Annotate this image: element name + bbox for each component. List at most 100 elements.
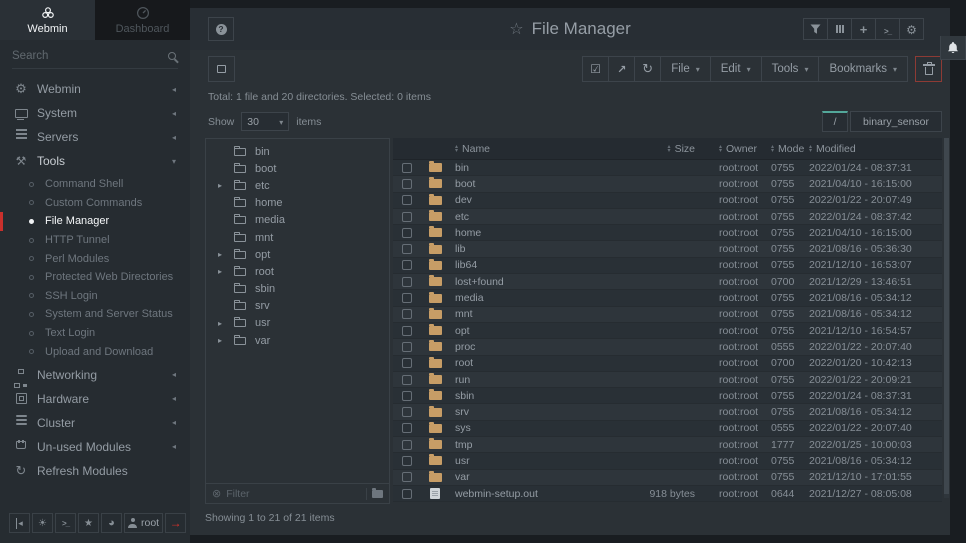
file-menu-button[interactable]: File bbox=[660, 56, 711, 82]
expand-arrow-icon[interactable] bbox=[218, 267, 226, 276]
row-checkbox[interactable] bbox=[402, 391, 412, 401]
file-name[interactable]: lib64 bbox=[449, 259, 599, 271]
user-button[interactable]: root bbox=[124, 513, 163, 533]
row-checkbox[interactable] bbox=[402, 423, 412, 433]
tree-item[interactable]: home bbox=[206, 195, 389, 212]
column-header-mode[interactable]: Mode bbox=[759, 143, 809, 155]
row-checkbox[interactable] bbox=[402, 375, 412, 385]
column-header-size[interactable]: Size bbox=[599, 143, 699, 155]
breadcrumb-root[interactable]: / bbox=[822, 111, 848, 132]
tree-item[interactable]: sbin bbox=[206, 281, 389, 298]
table-row[interactable]: dev root:root 0755 2022/01/22 - 20:07:49 bbox=[393, 193, 942, 209]
table-row[interactable]: sys root:root 0555 2022/01/22 - 20:07:40 bbox=[393, 421, 942, 437]
table-row[interactable]: proc root:root 0555 2022/01/22 - 20:07:4… bbox=[393, 339, 942, 355]
row-checkbox[interactable] bbox=[402, 456, 412, 466]
help-button[interactable] bbox=[208, 17, 234, 41]
columns-button[interactable] bbox=[827, 18, 852, 40]
table-row[interactable]: root root:root 0700 2022/01/20 - 10:42:1… bbox=[393, 356, 942, 372]
file-name[interactable]: opt bbox=[449, 325, 599, 337]
table-row[interactable]: var root:root 0755 2021/12/10 - 17:01:55 bbox=[393, 470, 942, 486]
tab-dashboard[interactable]: Dashboard bbox=[95, 0, 190, 40]
select-all-button[interactable] bbox=[582, 56, 609, 82]
sort-icon[interactable] bbox=[809, 145, 812, 153]
row-checkbox[interactable] bbox=[402, 277, 412, 287]
file-name[interactable]: boot bbox=[449, 178, 599, 190]
tree-item[interactable]: etc bbox=[206, 177, 389, 194]
table-row[interactable]: lost+found root:root 0700 2021/12/29 - 1… bbox=[393, 274, 942, 290]
table-row[interactable]: sbin root:root 0755 2022/01/24 - 08:37:3… bbox=[393, 388, 942, 404]
sidebar-subitem[interactable]: System and Server Status bbox=[0, 305, 190, 324]
terminal-header-button[interactable] bbox=[875, 18, 900, 40]
file-name[interactable]: mnt bbox=[449, 308, 599, 320]
file-name[interactable]: webmin-setup.out bbox=[449, 488, 599, 500]
expand-arrow-icon[interactable] bbox=[218, 250, 226, 259]
row-checkbox[interactable] bbox=[402, 228, 412, 238]
tab-webmin[interactable]: Webmin bbox=[0, 0, 95, 40]
row-checkbox[interactable] bbox=[402, 179, 412, 189]
table-row[interactable]: lib root:root 0755 2021/08/16 - 05:36:30 bbox=[393, 241, 942, 257]
sidebar-item-servers[interactable]: Servers bbox=[0, 125, 190, 149]
sidebar-subitem[interactable]: Text Login bbox=[0, 324, 190, 343]
row-checkbox[interactable] bbox=[402, 260, 412, 270]
star-outline-icon[interactable] bbox=[509, 19, 523, 39]
sidebar-item-refresh-modules[interactable]: Refresh Modules bbox=[0, 459, 190, 483]
sidebar-item-tools[interactable]: Tools bbox=[0, 149, 190, 173]
favorites-button[interactable] bbox=[78, 513, 99, 533]
table-row[interactable]: usr root:root 0755 2021/08/16 - 05:34:12 bbox=[393, 453, 942, 469]
bookmarks-menu-button[interactable]: Bookmarks bbox=[818, 56, 908, 82]
logout-button[interactable] bbox=[165, 513, 186, 533]
table-row[interactable]: media root:root 0755 2021/08/16 - 05:34:… bbox=[393, 290, 942, 306]
file-name[interactable]: bin bbox=[449, 162, 599, 174]
theme-button[interactable] bbox=[32, 513, 53, 533]
file-name[interactable]: home bbox=[449, 227, 599, 239]
table-row[interactable]: boot root:root 0755 2021/04/10 - 16:15:0… bbox=[393, 176, 942, 192]
sort-icon[interactable] bbox=[719, 145, 722, 153]
table-row[interactable]: srv root:root 0755 2021/08/16 - 05:34:12 bbox=[393, 404, 942, 420]
row-checkbox[interactable] bbox=[402, 440, 412, 450]
expand-arrow-icon[interactable] bbox=[218, 181, 226, 190]
tree-item[interactable]: mnt bbox=[206, 229, 389, 246]
file-name[interactable]: lib bbox=[449, 243, 599, 255]
sidebar-item-system[interactable]: System bbox=[0, 101, 190, 125]
trash-button[interactable] bbox=[915, 56, 942, 82]
file-name[interactable]: etc bbox=[449, 211, 599, 223]
refresh-button[interactable] bbox=[634, 56, 661, 82]
sort-icon[interactable] bbox=[668, 145, 671, 153]
show-items-select[interactable]: 30 bbox=[241, 112, 289, 131]
row-checkbox[interactable] bbox=[402, 407, 412, 417]
row-checkbox[interactable] bbox=[402, 326, 412, 336]
settings-button[interactable] bbox=[899, 18, 924, 40]
tools-menu-button[interactable]: Tools bbox=[761, 56, 820, 82]
sidebar-subitem[interactable]: HTTP Tunnel bbox=[0, 231, 190, 250]
expand-arrow-icon[interactable] bbox=[218, 336, 226, 345]
language-button[interactable] bbox=[101, 513, 122, 533]
sort-icon[interactable] bbox=[455, 145, 458, 153]
file-name[interactable]: sbin bbox=[449, 390, 599, 402]
row-checkbox[interactable] bbox=[402, 163, 412, 173]
sidebar-subitem[interactable]: Protected Web Directories bbox=[0, 268, 190, 287]
table-row[interactable]: home root:root 0755 2021/04/10 - 16:15:0… bbox=[393, 225, 942, 241]
table-scrollbar[interactable] bbox=[944, 138, 949, 498]
row-checkbox[interactable] bbox=[402, 472, 412, 482]
collapse-sidebar-button[interactable] bbox=[9, 513, 30, 533]
row-checkbox[interactable] bbox=[402, 309, 412, 319]
row-checkbox[interactable] bbox=[402, 195, 412, 205]
search-icon[interactable] bbox=[168, 52, 176, 60]
column-header-modified[interactable]: Modified bbox=[809, 143, 942, 155]
table-row[interactable]: lib64 root:root 0755 2021/12/10 - 16:53:… bbox=[393, 258, 942, 274]
table-row[interactable]: tmp root:root 1777 2022/01/25 - 10:00:03 bbox=[393, 437, 942, 453]
sidebar-item-unused-modules[interactable]: Un-used Modules bbox=[0, 435, 190, 459]
table-row[interactable]: webmin-setup.out 918 bytes root:root 064… bbox=[393, 486, 942, 502]
file-name[interactable]: sys bbox=[449, 422, 599, 434]
file-name[interactable]: run bbox=[449, 374, 599, 386]
tree-filter-input[interactable] bbox=[226, 488, 361, 500]
sidebar-subitem[interactable]: Perl Modules bbox=[0, 249, 190, 268]
breadcrumb-current[interactable]: binary_sensor bbox=[850, 111, 942, 132]
table-row[interactable]: bin root:root 0755 2022/01/24 - 08:37:31 bbox=[393, 160, 942, 176]
export-button[interactable] bbox=[608, 56, 635, 82]
row-checkbox[interactable] bbox=[402, 358, 412, 368]
tree-item[interactable]: opt bbox=[206, 246, 389, 263]
table-row[interactable]: run root:root 0755 2022/01/22 - 20:09:21 bbox=[393, 372, 942, 388]
search-input[interactable] bbox=[12, 50, 168, 62]
clone-view-button[interactable] bbox=[208, 56, 235, 82]
